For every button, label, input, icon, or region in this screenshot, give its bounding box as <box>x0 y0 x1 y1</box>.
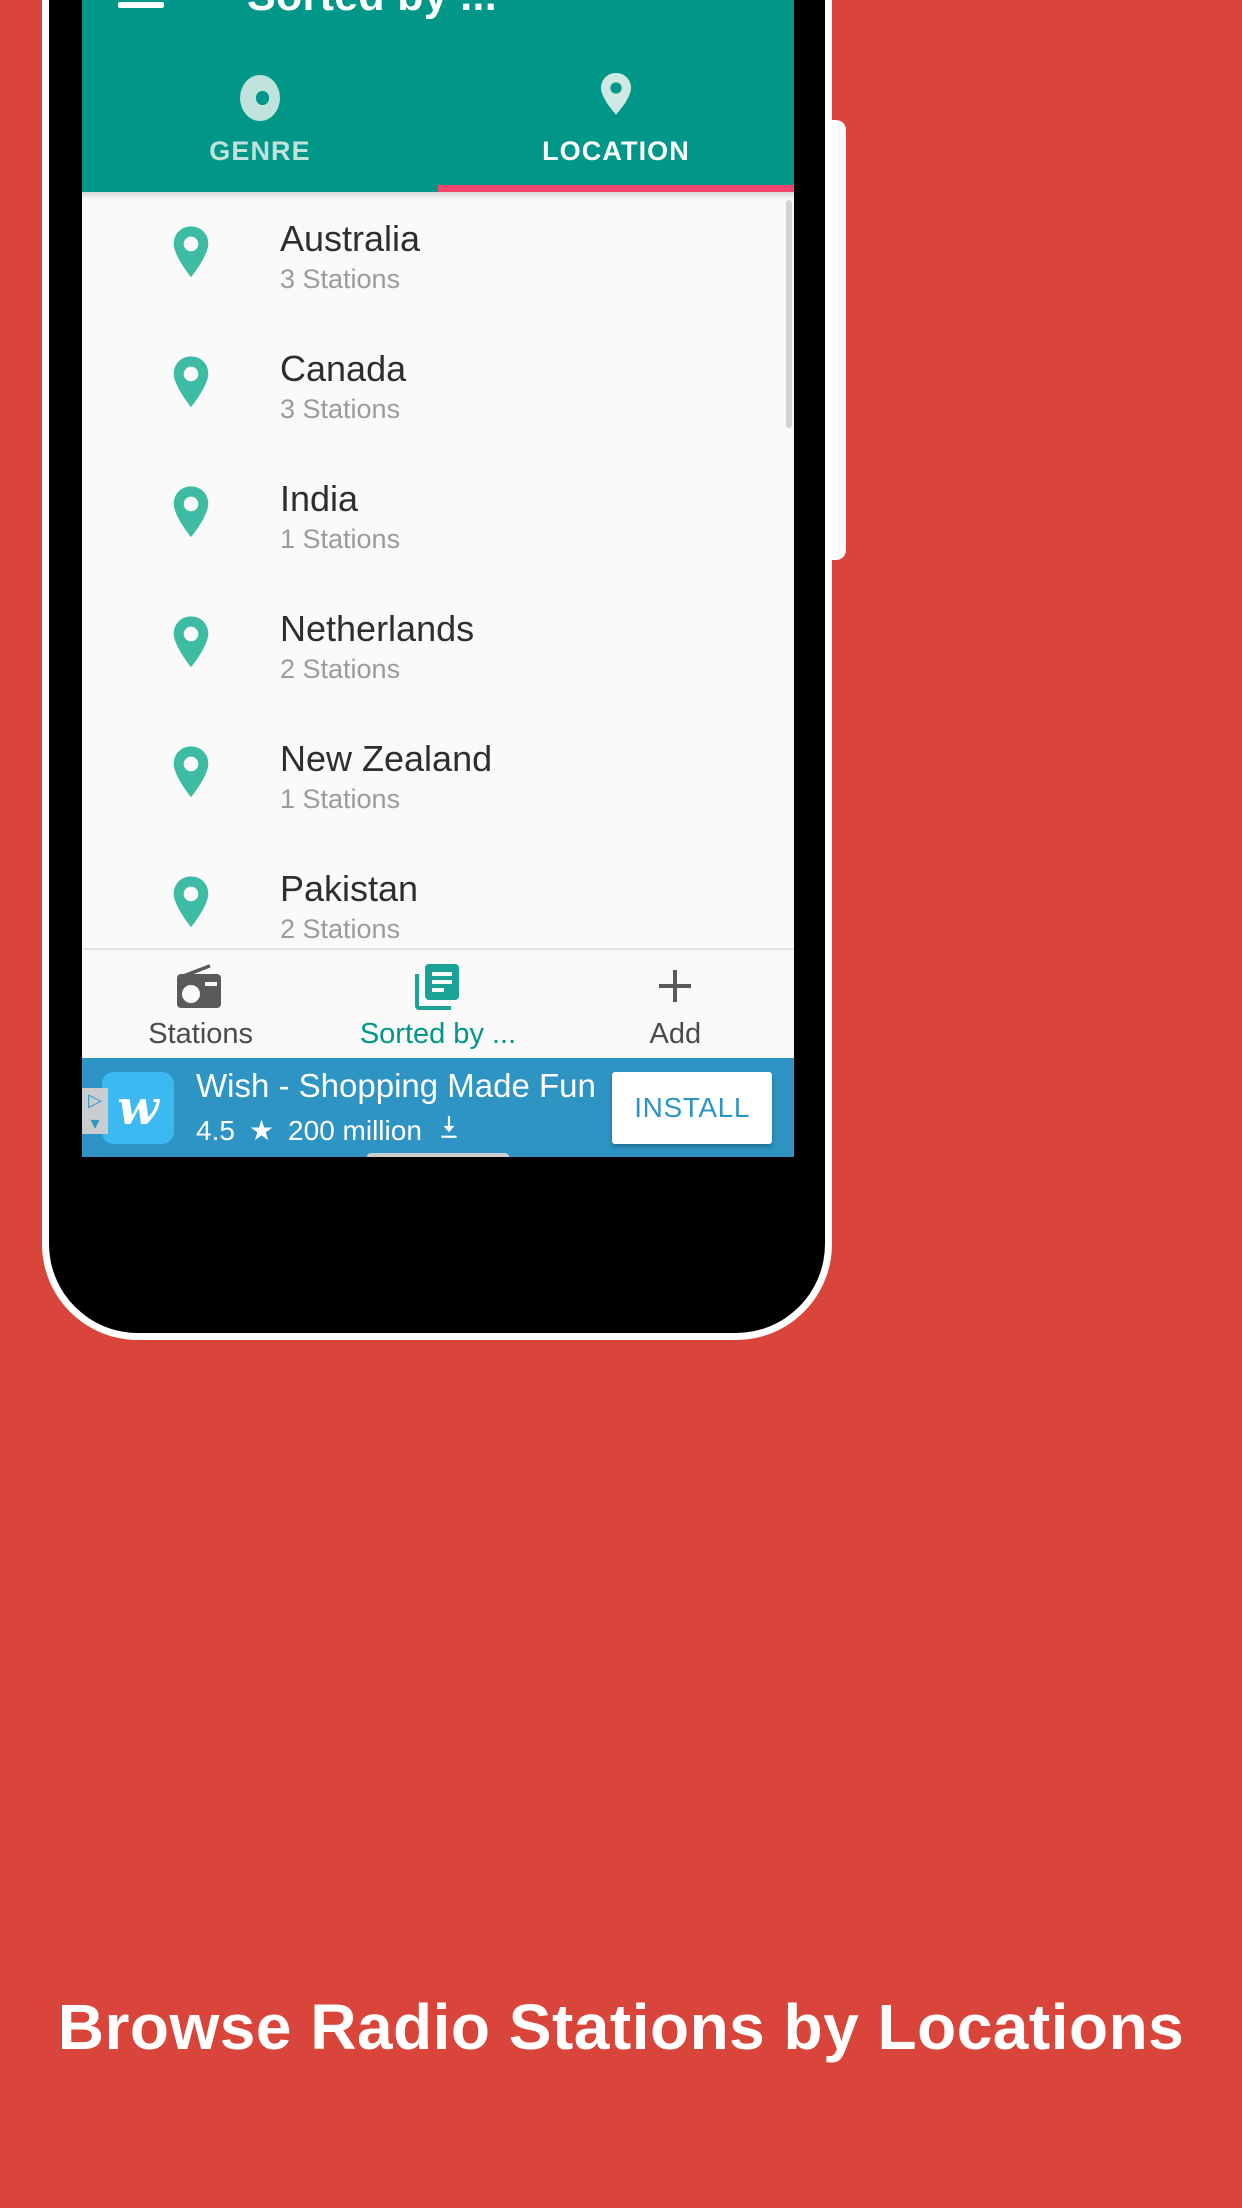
list-item-title: Netherlands <box>280 608 475 649</box>
bottom-navigation: Stations Sorted by ... Add <box>82 948 794 1060</box>
list-item[interactable]: Canada 3 Stations <box>82 322 794 452</box>
ad-downloads: 200 million <box>288 1114 422 1146</box>
location-pin-icon <box>173 226 209 278</box>
chevron-down-icon[interactable]: ▾ <box>82 1111 108 1134</box>
location-pin-icon <box>596 72 636 122</box>
list-item-subtitle: 2 Stations <box>280 914 401 945</box>
list-item[interactable]: New Zealand 1 Stations <box>82 712 794 842</box>
ad-rating: 4.5 <box>196 1114 235 1146</box>
list-item-subtitle: 2 Stations <box>280 654 401 685</box>
download-icon <box>436 1114 462 1147</box>
page-title: Sorted by ... <box>247 0 497 21</box>
nav-item-add-label: Add <box>649 1017 702 1050</box>
list-item-title: Pakistan <box>280 868 419 909</box>
tab-location[interactable]: LOCATION <box>438 48 794 192</box>
location-pin-icon <box>173 486 209 538</box>
location-pin-icon <box>173 746 209 798</box>
ad-copy: Wish - Shopping Made Fun 4.5 ★ 200 milli… <box>196 1066 612 1147</box>
list-item-subtitle: 1 Stations <box>280 784 401 815</box>
list-item-title: India <box>280 478 359 519</box>
location-pin-icon <box>173 876 209 928</box>
library-books-icon <box>413 962 463 1010</box>
list-item-subtitle: 3 Stations <box>280 394 401 425</box>
ad-banner[interactable]: ▷ ▾ w Wish - Shopping Made Fun 4.5 ★ 200… <box>82 1058 794 1157</box>
app-screen: Sorted by ... GENRE LOC <box>82 0 794 1157</box>
ad-title: Wish - Shopping Made Fun <box>196 1066 596 1104</box>
nav-item-stations[interactable]: Stations <box>82 950 319 1060</box>
tab-bar: GENRE LOCATION <box>82 48 794 192</box>
tab-genre-label: GENRE <box>209 135 311 166</box>
location-list[interactable]: Australia 3 Stations Canada 3 Stations I… <box>82 192 794 948</box>
location-pin-icon <box>173 356 209 408</box>
nav-item-sorted-by[interactable]: Sorted by ... <box>319 950 556 1060</box>
tab-active-indicator <box>438 185 794 192</box>
list-item-title: Australia <box>280 218 421 259</box>
star-icon: ★ <box>248 1115 275 1147</box>
nav-item-sorted-by-label: Sorted by ... <box>359 1017 517 1050</box>
list-scrollbar[interactable] <box>786 200 792 428</box>
app-bar: Sorted by ... GENRE LOC <box>82 0 794 192</box>
list-item-title: New Zealand <box>280 738 493 779</box>
ad-install-button[interactable]: INSTALL <box>612 1071 772 1144</box>
list-item[interactable]: Pakistan 2 Stations <box>82 842 794 948</box>
nav-item-add[interactable]: Add <box>557 950 794 1060</box>
ad-meta: 4.5 ★ 200 million <box>196 1114 612 1147</box>
tab-genre[interactable]: GENRE <box>82 48 438 192</box>
nav-item-stations-label: Stations <box>148 1017 254 1050</box>
poster-caption: Browse Radio Stations by Locations <box>57 1991 1185 2063</box>
list-item[interactable]: India 1 Stations <box>82 452 794 582</box>
info-triangle-icon[interactable]: ▷ <box>82 1088 108 1111</box>
list-item[interactable]: Netherlands 2 Stations <box>82 582 794 712</box>
radio-icon <box>175 962 227 1010</box>
adchoices-controls[interactable]: ▷ ▾ <box>82 1088 108 1134</box>
list-item-title: Canada <box>280 348 407 389</box>
list-item-subtitle: 1 Stations <box>280 524 401 555</box>
ad-app-logo: w <box>102 1071 174 1144</box>
list-item[interactable]: Australia 3 Stations <box>82 192 794 322</box>
plus-icon <box>651 962 699 1010</box>
list-item-subtitle: 3 Stations <box>280 264 401 295</box>
tab-location-label: LOCATION <box>542 135 690 166</box>
record-disc-icon <box>240 74 280 122</box>
system-navigation-pill <box>367 1153 509 1157</box>
hamburger-icon[interactable] <box>118 2 164 8</box>
poster-background: Sorted by ... GENRE LOC <box>0 0 1242 2208</box>
location-pin-icon <box>173 616 209 668</box>
